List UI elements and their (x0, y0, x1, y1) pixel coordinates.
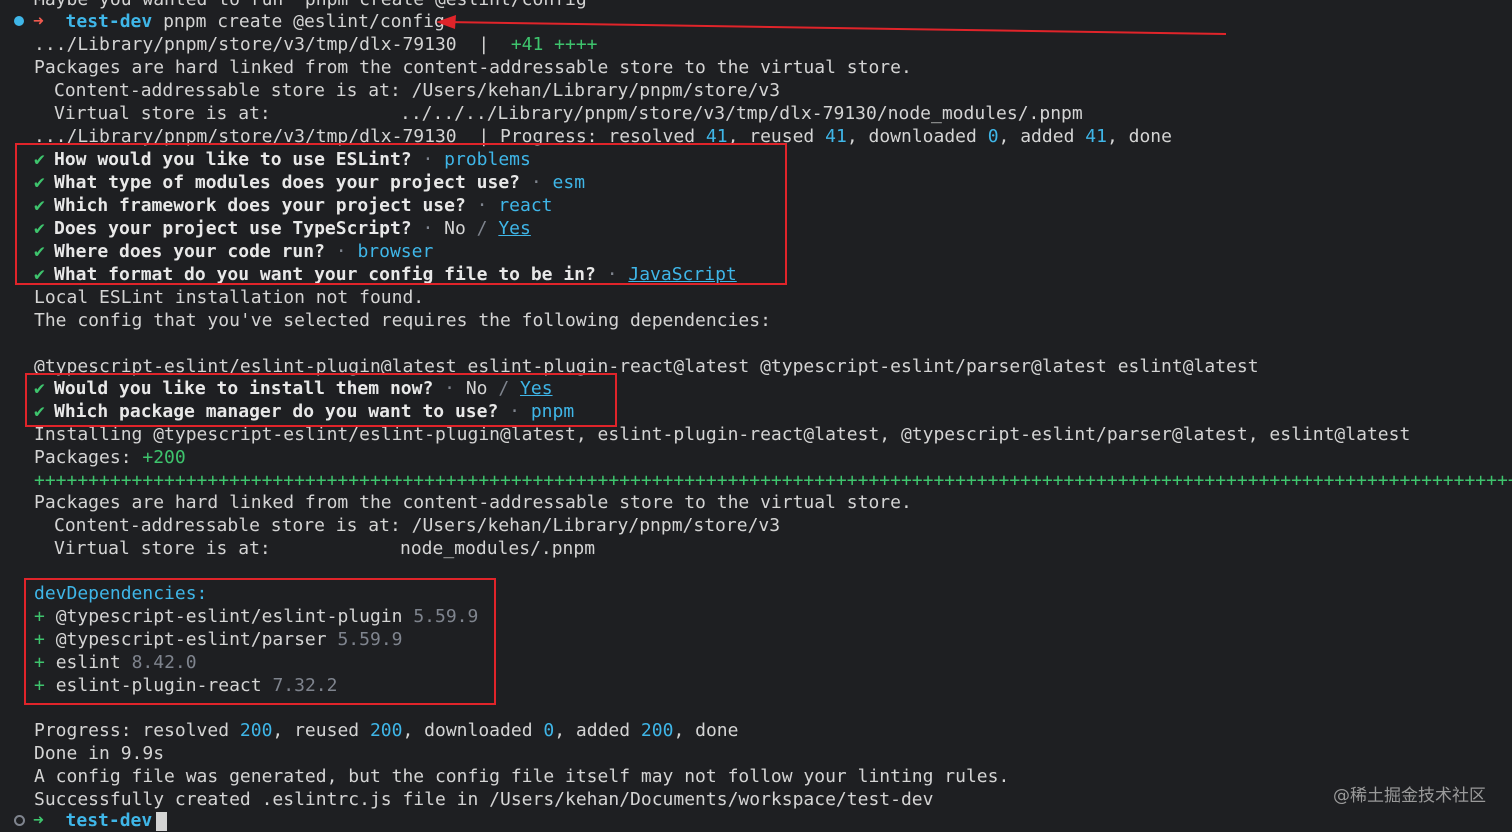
annotation-arrow-icon (436, 15, 1227, 35)
terminal-output[interactable]: Maybe you wanted to run `pnpm create @es… (0, 0, 1512, 831)
watermark: @稀土掘金技术社区 (1333, 786, 1486, 806)
